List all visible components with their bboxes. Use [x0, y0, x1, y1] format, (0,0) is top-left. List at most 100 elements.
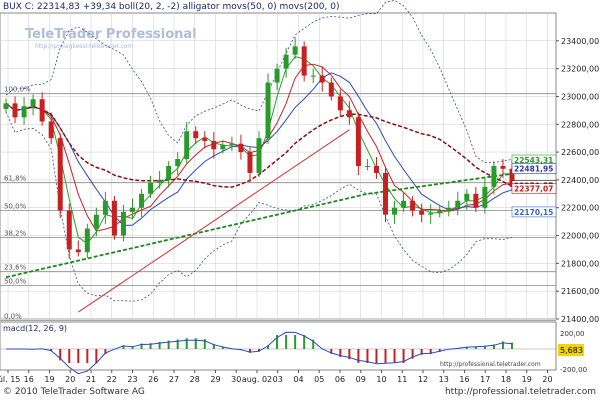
- candle-down: [57, 138, 63, 211]
- x-tick-label: 27: [169, 375, 179, 384]
- candle-down: [337, 96, 343, 111]
- candle-up: [148, 182, 154, 194]
- candle-down: [66, 210, 72, 250]
- candle-down: [383, 172, 388, 215]
- x-tick-label: 11: [397, 375, 407, 384]
- x-tick-label: 17: [480, 375, 490, 384]
- x-tick-label: 16: [459, 375, 469, 384]
- price-chart: BUX C: 22314,83 +39,34 boll(20, 2, -2) a…: [0, 0, 600, 386]
- x-tick-label: 20: [542, 375, 552, 384]
- y-tick-label: 21400,00: [561, 315, 599, 324]
- candle-down: [211, 140, 217, 150]
- macd-tick-bottom: -200,00: [560, 366, 587, 374]
- candle-down: [193, 131, 199, 139]
- candle-up: [437, 210, 443, 214]
- footer-copyright: © 2010 TeleTrader Software AG: [3, 387, 145, 397]
- fib-level-label: 0,0%: [4, 312, 22, 320]
- candle-up: [229, 143, 235, 146]
- candle-down: [410, 200, 416, 211]
- x-tick-label: 03: [273, 375, 283, 384]
- macd-bar: [366, 349, 369, 363]
- x-tick-label: 23: [127, 375, 137, 384]
- candle-up: [120, 211, 126, 236]
- x-tick-label: 28: [190, 375, 200, 384]
- candle-down: [355, 117, 361, 166]
- x-tick-label: 26: [148, 375, 158, 384]
- candle-down: [39, 99, 45, 122]
- candle-up: [265, 82, 271, 139]
- candle-up: [220, 145, 226, 150]
- fib-level-label: 23,6%: [4, 264, 27, 272]
- chart-window: BUX C: 22314,83 +39,34 boll(20, 2, -2) a…: [0, 0, 600, 400]
- candle-up: [491, 166, 497, 187]
- macd-title: macd(12, 26, 9): [3, 324, 67, 333]
- fib-level-label: 50,0%: [4, 278, 27, 286]
- x-tick-label: 13: [439, 375, 449, 384]
- macd-bar: [375, 349, 378, 363]
- candle-up: [130, 207, 135, 212]
- y-tick-label: 22400,00: [561, 176, 599, 185]
- y-tick-label: 22800,00: [561, 120, 599, 129]
- candle-up: [392, 207, 398, 215]
- footer: © 2010 TeleTrader Software AG http://pro…: [0, 386, 600, 400]
- candle-down: [473, 193, 479, 208]
- candle-down: [238, 143, 244, 153]
- candle-up: [364, 166, 370, 167]
- candle-up: [30, 99, 36, 107]
- x-tick-label: 21: [86, 375, 96, 384]
- x-tick-label: júl. 15: [0, 375, 20, 384]
- candle-up: [93, 214, 99, 229]
- fib-level-label: 50,0%: [4, 203, 27, 211]
- x-tick-label: 30: [231, 375, 241, 384]
- chart-title: BUX C: 22314,83 +39,34 boll(20, 2, -2) a…: [3, 2, 340, 12]
- macd-bar: [393, 349, 396, 363]
- candle-up: [428, 213, 434, 215]
- x-tick-label: 20: [65, 375, 75, 384]
- candle-down: [500, 166, 506, 169]
- y-tick-label: 23400,00: [561, 37, 599, 46]
- candle-up: [21, 106, 27, 118]
- x-tick-label: aug. 02: [242, 375, 272, 384]
- macd-tick-top: 200,00: [560, 330, 585, 338]
- candle-up: [292, 46, 298, 55]
- candle-up: [139, 193, 145, 208]
- y-tick-label: 22600,00: [561, 148, 599, 157]
- x-tick-label: 29: [210, 375, 220, 384]
- candle-up: [102, 200, 108, 215]
- x-tick-label: 05: [314, 375, 324, 384]
- x-tick-label: 04: [293, 375, 303, 384]
- candle-down: [202, 138, 208, 141]
- macd-bar: [285, 335, 288, 349]
- candle-down: [75, 249, 81, 253]
- candle-up: [256, 138, 262, 173]
- macd-bar: [95, 349, 98, 363]
- macd-bar: [303, 335, 306, 349]
- price-pane: [0, 12, 557, 320]
- candle-down: [373, 166, 379, 173]
- candle-down: [301, 46, 307, 76]
- candle-down: [346, 110, 352, 118]
- macd-bar: [294, 335, 297, 349]
- price-badge: 22481,95: [514, 165, 553, 174]
- macd-bar: [384, 349, 387, 363]
- macd-value-badge: 5,683: [560, 346, 583, 355]
- candle-up: [3, 103, 9, 109]
- candle-down: [319, 75, 325, 83]
- candle-up: [464, 193, 470, 201]
- price-badge: 22170,15: [514, 208, 553, 217]
- candle-down: [48, 121, 54, 139]
- fib-level-label: 100,0%: [4, 86, 31, 94]
- fib-level-label: 61,8%: [4, 175, 27, 183]
- footer-url[interactable]: http://professional.teletrader.com: [445, 387, 596, 397]
- candle-up: [84, 228, 90, 253]
- candle-up: [446, 207, 452, 211]
- x-tick-label: 18: [501, 375, 511, 384]
- x-tick-label: 12: [418, 375, 428, 384]
- candle-up: [184, 131, 190, 160]
- macd-inner-url: http://professional.teletrader.com: [440, 361, 541, 368]
- x-tick-label: 10: [376, 375, 386, 384]
- x-tick-label: 19: [522, 375, 532, 384]
- candle-up: [166, 166, 172, 180]
- price-badge: 22377,07: [514, 185, 553, 194]
- candle-down: [12, 103, 18, 118]
